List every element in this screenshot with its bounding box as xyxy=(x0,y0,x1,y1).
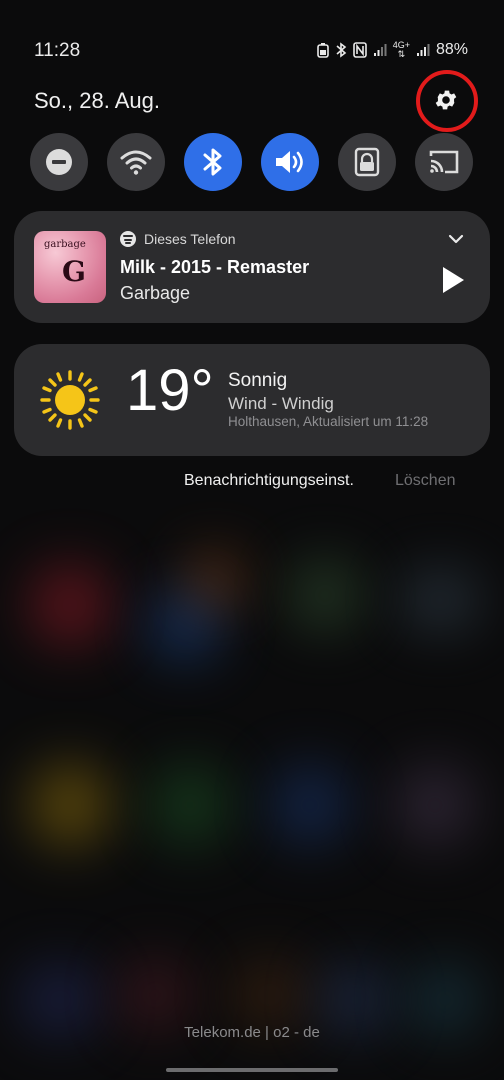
wifi-icon xyxy=(120,150,152,175)
track-title: Milk - 2015 - Remaster xyxy=(120,257,310,277)
toggle-wifi[interactable] xyxy=(107,133,165,191)
network-type-label: 4G+ ⇅ xyxy=(393,40,410,60)
signal-icon-1 xyxy=(373,40,387,60)
toggle-do-not-disturb[interactable] xyxy=(30,133,88,191)
media-source-label: Dieses Telefon xyxy=(144,231,236,247)
play-button[interactable] xyxy=(438,263,468,297)
media-source: Dieses Telefon xyxy=(120,231,236,247)
toggle-lock[interactable] xyxy=(338,133,396,191)
weather-condition: Sonnig xyxy=(228,370,288,391)
weather-location: Holthausen, Aktualisiert um 11:28 xyxy=(228,414,429,429)
toggle-cast[interactable] xyxy=(415,133,473,191)
home-indicator[interactable] xyxy=(166,1068,338,1072)
wind-info: Wind - Windig xyxy=(228,394,334,413)
status-icons: 4G+ ⇅ 88% xyxy=(316,40,468,60)
carrier-label: Telekom.de | o2 - de xyxy=(184,1024,320,1041)
battery-percent: 88% xyxy=(435,41,468,58)
track-artist: Garbage xyxy=(120,283,191,303)
cast-icon xyxy=(429,150,459,174)
nfc-icon xyxy=(352,40,367,60)
signal-icon-2 xyxy=(416,40,430,60)
temperature: 19° xyxy=(126,358,214,423)
lock-icon xyxy=(354,147,380,177)
clock: 11:28 xyxy=(34,40,81,61)
clear-button[interactable]: Löschen xyxy=(395,472,456,490)
toggle-bluetooth[interactable] xyxy=(184,133,242,191)
date-label: So., 28. Aug. xyxy=(34,88,160,113)
weather-card[interactable]: 19° Sonnig Wind - Windig Holthausen, Akt… xyxy=(14,344,490,456)
toggle-sound[interactable] xyxy=(261,133,319,191)
sun-icon xyxy=(40,370,100,430)
data-arrows-icon: ⇅ xyxy=(397,49,406,59)
notification-settings-button[interactable]: Benachrichtigungseinst. xyxy=(184,472,354,490)
album-art[interactable]: garbage G xyxy=(34,231,106,303)
volume-icon xyxy=(276,151,303,173)
spotify-icon xyxy=(120,231,136,247)
battery-saver-icon xyxy=(316,40,329,60)
chevron-down-icon xyxy=(448,234,464,244)
play-icon xyxy=(443,267,464,293)
bluetooth-icon xyxy=(203,148,222,176)
expand-button[interactable] xyxy=(448,231,464,249)
quick-settings-toggles xyxy=(30,133,474,191)
album-band-text: garbage xyxy=(44,239,86,250)
minus-circle-icon xyxy=(46,149,72,175)
highlight-circle xyxy=(416,70,478,132)
album-letter: G xyxy=(62,255,86,288)
bluetooth-status-icon xyxy=(335,40,347,60)
media-player-card[interactable]: garbage G Dieses Telefon Milk - 2015 - R… xyxy=(14,211,490,323)
